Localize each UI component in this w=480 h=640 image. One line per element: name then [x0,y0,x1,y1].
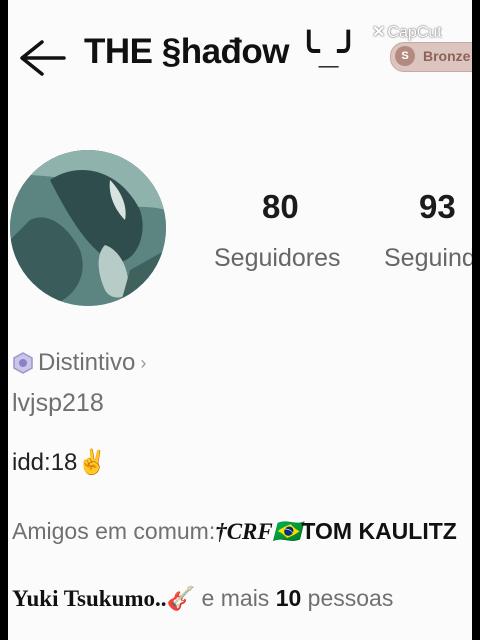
chevron-right-icon: › [140,352,147,373]
level-badge[interactable]: S Bronze [390,42,472,72]
more-suffix: pessoas [301,585,394,611]
more-count: 10 [275,585,302,611]
back-arrow-icon[interactable] [14,36,66,80]
bio-line-2: idd:18✌️ [12,449,108,476]
badge-hexagon-icon [13,352,33,374]
mutual-friends[interactable]: Amigos em comum:†CRF🇧🇷TOM KAULITZ [12,518,457,545]
following-count[interactable]: 93 [419,188,456,226]
followers-count[interactable]: 80 [262,188,299,226]
profile-screen: THE §hađow ╰_╯ ✕ CapCut S Bronze 80 Segui… [8,0,472,640]
mutual-friends-more[interactable]: Yuki Tsukumo..🎸 e mais 10 pessoas [12,585,393,612]
mutual-friends-prefix: Amigos em comum: [12,518,216,544]
badges-link[interactable]: Distintivo › [12,348,146,378]
profile-name: THE §hađow ╰_╯ [84,32,359,71]
mutual-friend-2: TOM KAULITZ [301,518,457,544]
mutual-friend-1: †CRF🇧🇷 [215,519,302,544]
avatar-image [10,150,166,306]
level-badge-label: Bronze [423,48,471,64]
more-prefix: e mais [195,585,276,611]
followers-label[interactable]: Seguidores [214,244,340,273]
bronze-coin-icon: S [395,46,415,66]
badges-label: Distintivo [38,349,136,376]
capcut-watermark: ✕ CapCut [372,22,442,42]
watermark-text: CapCut [387,24,442,41]
mutual-friend-3: Yuki Tsukumo..🎸 [12,586,196,611]
avatar[interactable] [10,150,166,306]
following-label[interactable]: Seguindo [384,244,472,273]
bio-line-1: lvjsp218 [12,389,104,417]
capcut-logo-icon: ✕ [372,24,386,41]
